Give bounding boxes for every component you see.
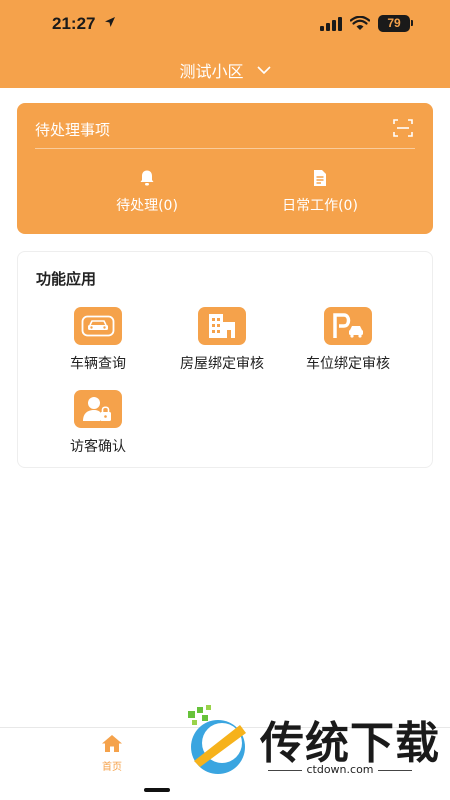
status-bar: 21:27 79 (0, 0, 450, 50)
house-binding-icon-box (198, 307, 246, 345)
function-parking-binding-review[interactable]: 车位绑定审核 (282, 307, 414, 373)
pending-item-daily-work[interactable]: 日常工作(0) (245, 169, 395, 215)
watermark-overlay: 传统下载 ctdown.com (180, 703, 439, 783)
battery-tip (411, 20, 413, 26)
wifi-icon (350, 16, 370, 30)
pending-title: 待处理事项 (35, 121, 111, 139)
cellular-signal-icon (320, 17, 342, 31)
pending-daily-work-label: 日常工作(0) (282, 198, 358, 214)
header-bar: 21:27 79 测试小区 (0, 0, 450, 88)
home-indicator (144, 788, 170, 792)
parking-icon (333, 313, 363, 338)
vehicle-query-label: 车辆查询 (70, 356, 126, 372)
house-binding-label: 房屋绑定审核 (180, 356, 264, 372)
visitor-confirm-label: 访客确认 (70, 439, 126, 455)
watermark-brand: 传统下载 (260, 718, 440, 769)
visitor-confirm-icon-box (74, 390, 122, 428)
pending-tasks-card: 待处理事项 待处理(0) 日常工作(0) (17, 103, 433, 234)
pending-divider (35, 148, 415, 149)
parking-binding-icon-box (324, 307, 372, 345)
function-house-binding-review[interactable]: 房屋绑定审核 (156, 307, 288, 373)
car-icon (81, 315, 115, 337)
vehicle-query-icon-box (74, 307, 122, 345)
pending-todo-label: 待处理(0) (116, 198, 178, 214)
community-selector[interactable]: 测试小区 (0, 58, 450, 82)
chevron-down-icon (256, 66, 271, 75)
community-name: 测试小区 (179, 62, 244, 81)
function-vehicle-query[interactable]: 车辆查询 (32, 307, 164, 373)
tab-home[interactable]: 首页 (88, 734, 136, 773)
watermark-logo-icon (188, 705, 246, 774)
bell-icon (140, 170, 154, 186)
tab-home-label: 首页 (102, 762, 122, 773)
functions-card: 功能应用 车辆查询 房屋绑定审核 车位绑定审核 访客确认 (17, 251, 433, 468)
building-icon (209, 314, 235, 338)
document-icon (314, 170, 326, 186)
functions-title: 功能应用 (36, 270, 97, 288)
scan-icon[interactable] (393, 119, 413, 137)
watermark-url: ctdown.com (260, 763, 420, 776)
location-arrow-icon (105, 17, 115, 27)
visitor-lock-icon (83, 397, 111, 421)
pending-item-todo[interactable]: 待处理(0) (72, 169, 222, 215)
status-time: 21:27 (52, 14, 96, 33)
home-icon (102, 735, 122, 752)
function-visitor-confirm[interactable]: 访客确认 (32, 390, 164, 456)
battery-indicator: 79 (378, 15, 410, 32)
parking-binding-label: 车位绑定审核 (306, 356, 390, 372)
